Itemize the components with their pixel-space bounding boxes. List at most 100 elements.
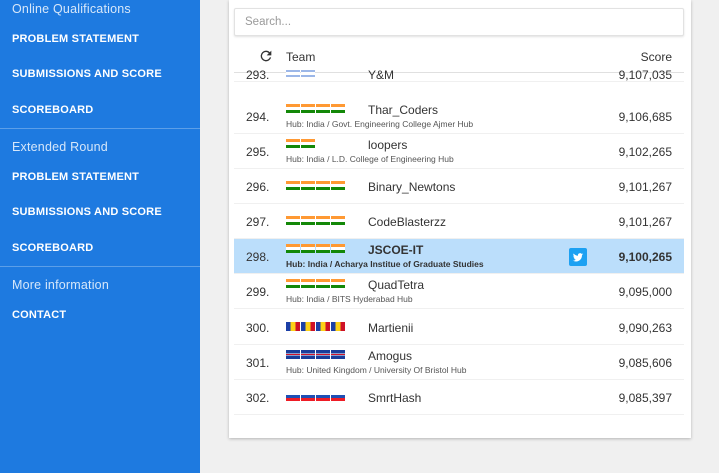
flag-icon-group: [286, 392, 345, 401]
refresh-icon[interactable]: [258, 48, 274, 64]
slovakia-flag-icon: [331, 392, 345, 401]
team-hub: Hub: United Kingdom / University Of Bris…: [286, 365, 467, 375]
team-rank: 296.: [246, 180, 270, 194]
team-name[interactable]: Thar_Coders: [368, 103, 438, 117]
united-kingdom-flag-icon: [316, 350, 330, 359]
india-flag-icon: [286, 244, 300, 253]
romania-flag-icon: [301, 322, 315, 331]
search-input[interactable]: [235, 9, 683, 35]
team-name[interactable]: CodeBlasterzz: [368, 215, 446, 229]
india-flag-icon: [286, 104, 300, 113]
team-name[interactable]: Binary_Newtons: [368, 180, 455, 194]
sidebar-divider: [0, 128, 200, 129]
india-flag-icon: [316, 104, 330, 113]
table-row[interactable]: 293. Y&M 9,107,035: [234, 67, 684, 82]
india-flag-icon: [286, 279, 300, 288]
india-flag-icon: [331, 244, 345, 253]
team-name[interactable]: QuadTetra: [368, 278, 424, 292]
table-row[interactable]: 300. Martienii 9,090,263: [234, 310, 684, 345]
team-score: 9,106,685: [618, 110, 672, 124]
team-rank: 300.: [246, 321, 270, 335]
india-flag-icon: [316, 181, 330, 190]
united-kingdom-flag-icon: [331, 350, 345, 359]
team-rank: 299.: [246, 285, 270, 299]
sidebar-item-contact[interactable]: CONTACT: [12, 309, 66, 321]
india-flag-icon: [316, 279, 330, 288]
sidebar-item-submissions-and-score[interactable]: SUBMISSIONS AND SCORE: [12, 68, 162, 80]
scoreboard-card: Team Score 293. Y&M 9,107,035 294. Thar_Code…: [229, 0, 691, 438]
sidebar-item-extended-scoreboard[interactable]: SCOREBOARD: [12, 242, 93, 254]
team-name[interactable]: SmrtHash: [368, 391, 421, 405]
team-hub: Hub: India / BITS Hyderabad Hub: [286, 294, 413, 304]
india-flag-icon: [301, 279, 315, 288]
team-score: 9,090,263: [618, 321, 672, 335]
table-row[interactable]: 295. loopers Hub: India / L.D. College of …: [234, 134, 684, 169]
india-flag-icon: [301, 139, 315, 148]
flag-icon-group: [286, 279, 345, 288]
india-flag-icon: [331, 181, 345, 190]
table-row[interactable]: 296. Binary_Newtons 9,101,267: [234, 169, 684, 204]
flag-icon-group: [286, 69, 315, 78]
team-hub: Hub: India / Govt. Engineering College A…: [286, 119, 474, 129]
section-extended-round: Extended Round: [12, 140, 108, 154]
sidebar-item-problem-statement[interactable]: PROBLEM STATEMENT: [12, 33, 139, 45]
twitter-icon[interactable]: [569, 248, 587, 266]
team-name[interactable]: Amogus: [368, 349, 412, 363]
india-flag-icon: [331, 104, 345, 113]
team-rank: 297.: [246, 215, 270, 229]
india-flag-icon: [286, 181, 300, 190]
team-score: 9,107,035: [618, 68, 672, 82]
slovakia-flag-icon: [286, 392, 300, 401]
team-score: 9,085,606: [618, 356, 672, 370]
sidebar-divider: [0, 266, 200, 267]
india-flag-icon: [316, 244, 330, 253]
israel-flag-icon: [286, 69, 300, 78]
team-rank: 301.: [246, 356, 270, 370]
israel-flag-icon: [301, 69, 315, 78]
team-rank: 298.: [246, 250, 270, 264]
romania-flag-icon: [316, 322, 330, 331]
table-row[interactable]: 301. Amogus Hub: United Kingdom / Universi…: [234, 345, 684, 380]
united-kingdom-flag-icon: [301, 350, 315, 359]
slovakia-flag-icon: [316, 392, 330, 401]
india-flag-icon: [286, 216, 300, 225]
team-hub: Hub: India / Acharya Institue of Graduat…: [286, 259, 484, 269]
team-name[interactable]: JSCOE-IT: [368, 243, 423, 257]
sidebar-item-extended-submissions-and-score[interactable]: SUBMISSIONS AND SCORE: [12, 206, 162, 218]
india-flag-icon: [286, 139, 300, 148]
team-rank: 295.: [246, 145, 270, 159]
table-row[interactable]: 298. JSCOE-IT Hub: India / Acharya Institu…: [234, 239, 684, 274]
sidebar-item-scoreboard[interactable]: SCOREBOARD: [12, 104, 93, 116]
team-score: 9,100,265: [618, 250, 672, 264]
team-name[interactable]: Y&M: [368, 68, 394, 82]
table-row[interactable]: 302. SmrtHash 9,085,397: [234, 380, 684, 415]
table-row[interactable]: 294. Thar_Coders Hub: India / Govt. Engine…: [234, 99, 684, 134]
sidebar: Online Qualifications PROBLEM STATEMENT …: [0, 0, 200, 473]
india-flag-icon: [301, 104, 315, 113]
table-row[interactable]: 299. QuadTetra Hub: India / BITS Hyderabad…: [234, 274, 684, 309]
india-flag-icon: [316, 216, 330, 225]
slovakia-flag-icon: [301, 392, 315, 401]
romania-flag-icon: [331, 322, 345, 331]
team-rank: 293.: [246, 68, 270, 82]
india-flag-icon: [331, 279, 345, 288]
team-score: 9,085,397: [618, 391, 672, 405]
flag-icon-group: [286, 104, 345, 113]
flag-icon-group: [286, 350, 345, 359]
team-score: 9,095,000: [618, 285, 672, 299]
team-name[interactable]: loopers: [368, 138, 407, 152]
romania-flag-icon: [286, 322, 300, 331]
table-row[interactable]: 297. CodeBlasterzz 9,101,267: [234, 204, 684, 239]
sidebar-item-extended-problem-statement[interactable]: PROBLEM STATEMENT: [12, 171, 139, 183]
flag-icon-group: [286, 244, 345, 253]
team-score: 9,102,265: [618, 145, 672, 159]
score-column-header: Score: [640, 50, 672, 64]
flag-icon-group: [286, 181, 345, 190]
india-flag-icon: [301, 181, 315, 190]
flag-icon-group: [286, 139, 315, 148]
united-kingdom-flag-icon: [286, 350, 300, 359]
team-name[interactable]: Martienii: [368, 321, 413, 335]
team-score: 9,101,267: [618, 215, 672, 229]
team-column-header: Team: [286, 50, 316, 64]
team-rank: 302.: [246, 391, 270, 405]
